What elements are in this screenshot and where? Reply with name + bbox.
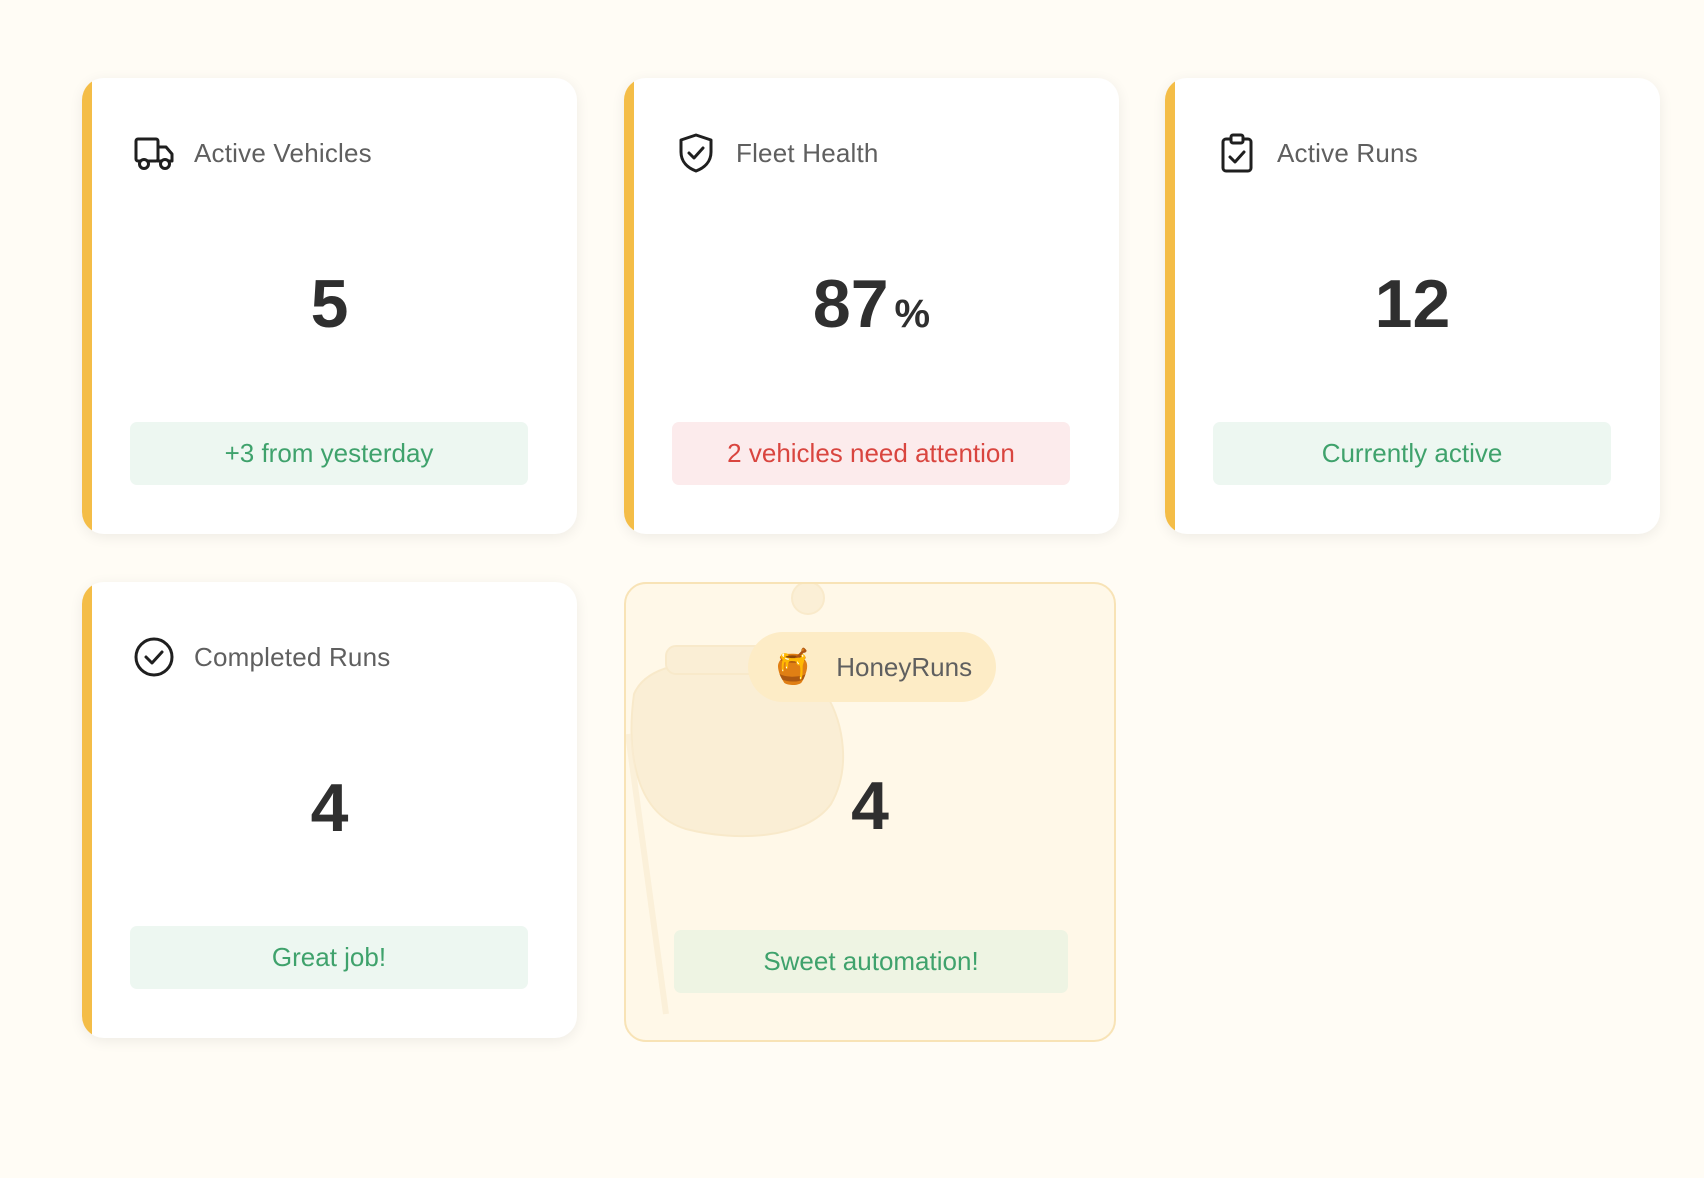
card-title: Active Vehicles xyxy=(194,137,372,168)
card-title: Fleet Health xyxy=(736,137,879,168)
status-badge: Sweet automation! xyxy=(674,930,1068,993)
clipboard-check-icon xyxy=(1215,131,1259,175)
card-header: Fleet Health xyxy=(674,126,879,180)
card-header: Completed Runs xyxy=(132,630,390,684)
stat-number: 5 xyxy=(310,266,349,342)
stat-number: 87 xyxy=(812,266,889,342)
card-header: Active Runs xyxy=(1215,126,1418,180)
card-title: HoneyRuns xyxy=(836,651,973,682)
stat-number: 4 xyxy=(310,770,349,846)
stat-value: 4 xyxy=(626,772,1114,840)
stat-value: 4 xyxy=(82,774,577,842)
status-badge: 2 vehicles need attention xyxy=(672,422,1070,485)
status-badge: Currently active xyxy=(1213,422,1611,485)
stat-value: 87% xyxy=(624,270,1119,338)
stat-card-active-runs: Active Runs 12 Currently active xyxy=(1165,78,1660,534)
honey-pot-icon: 🍯 xyxy=(771,648,815,686)
truck-icon xyxy=(132,131,176,175)
stat-value: 12 xyxy=(1165,270,1660,338)
honeyruns-badge: 🍯 HoneyRuns xyxy=(748,632,996,702)
card-title: Active Runs xyxy=(1277,137,1418,168)
stat-value: 5 xyxy=(82,270,577,338)
check-circle-icon xyxy=(132,635,176,679)
stat-card-active-vehicles: Active Vehicles 5 +3 from yesterday xyxy=(82,78,577,534)
stat-card-fleet-health: Fleet Health 87% 2 vehicles need attenti… xyxy=(624,78,1119,534)
status-badge: Great job! xyxy=(130,926,528,989)
shield-check-icon xyxy=(674,131,718,175)
stat-number: 12 xyxy=(1374,266,1451,342)
stat-unit: % xyxy=(894,292,931,336)
card-title: Completed Runs xyxy=(194,641,391,672)
stat-card-honeyruns: 🍯 HoneyRuns 4 Sweet automation! xyxy=(624,582,1116,1042)
status-badge: +3 from yesterday xyxy=(130,422,528,485)
stat-card-completed-runs: Completed Runs 4 Great job! xyxy=(82,582,577,1038)
stat-number: 4 xyxy=(851,768,889,844)
card-header: Active Vehicles xyxy=(132,126,372,180)
